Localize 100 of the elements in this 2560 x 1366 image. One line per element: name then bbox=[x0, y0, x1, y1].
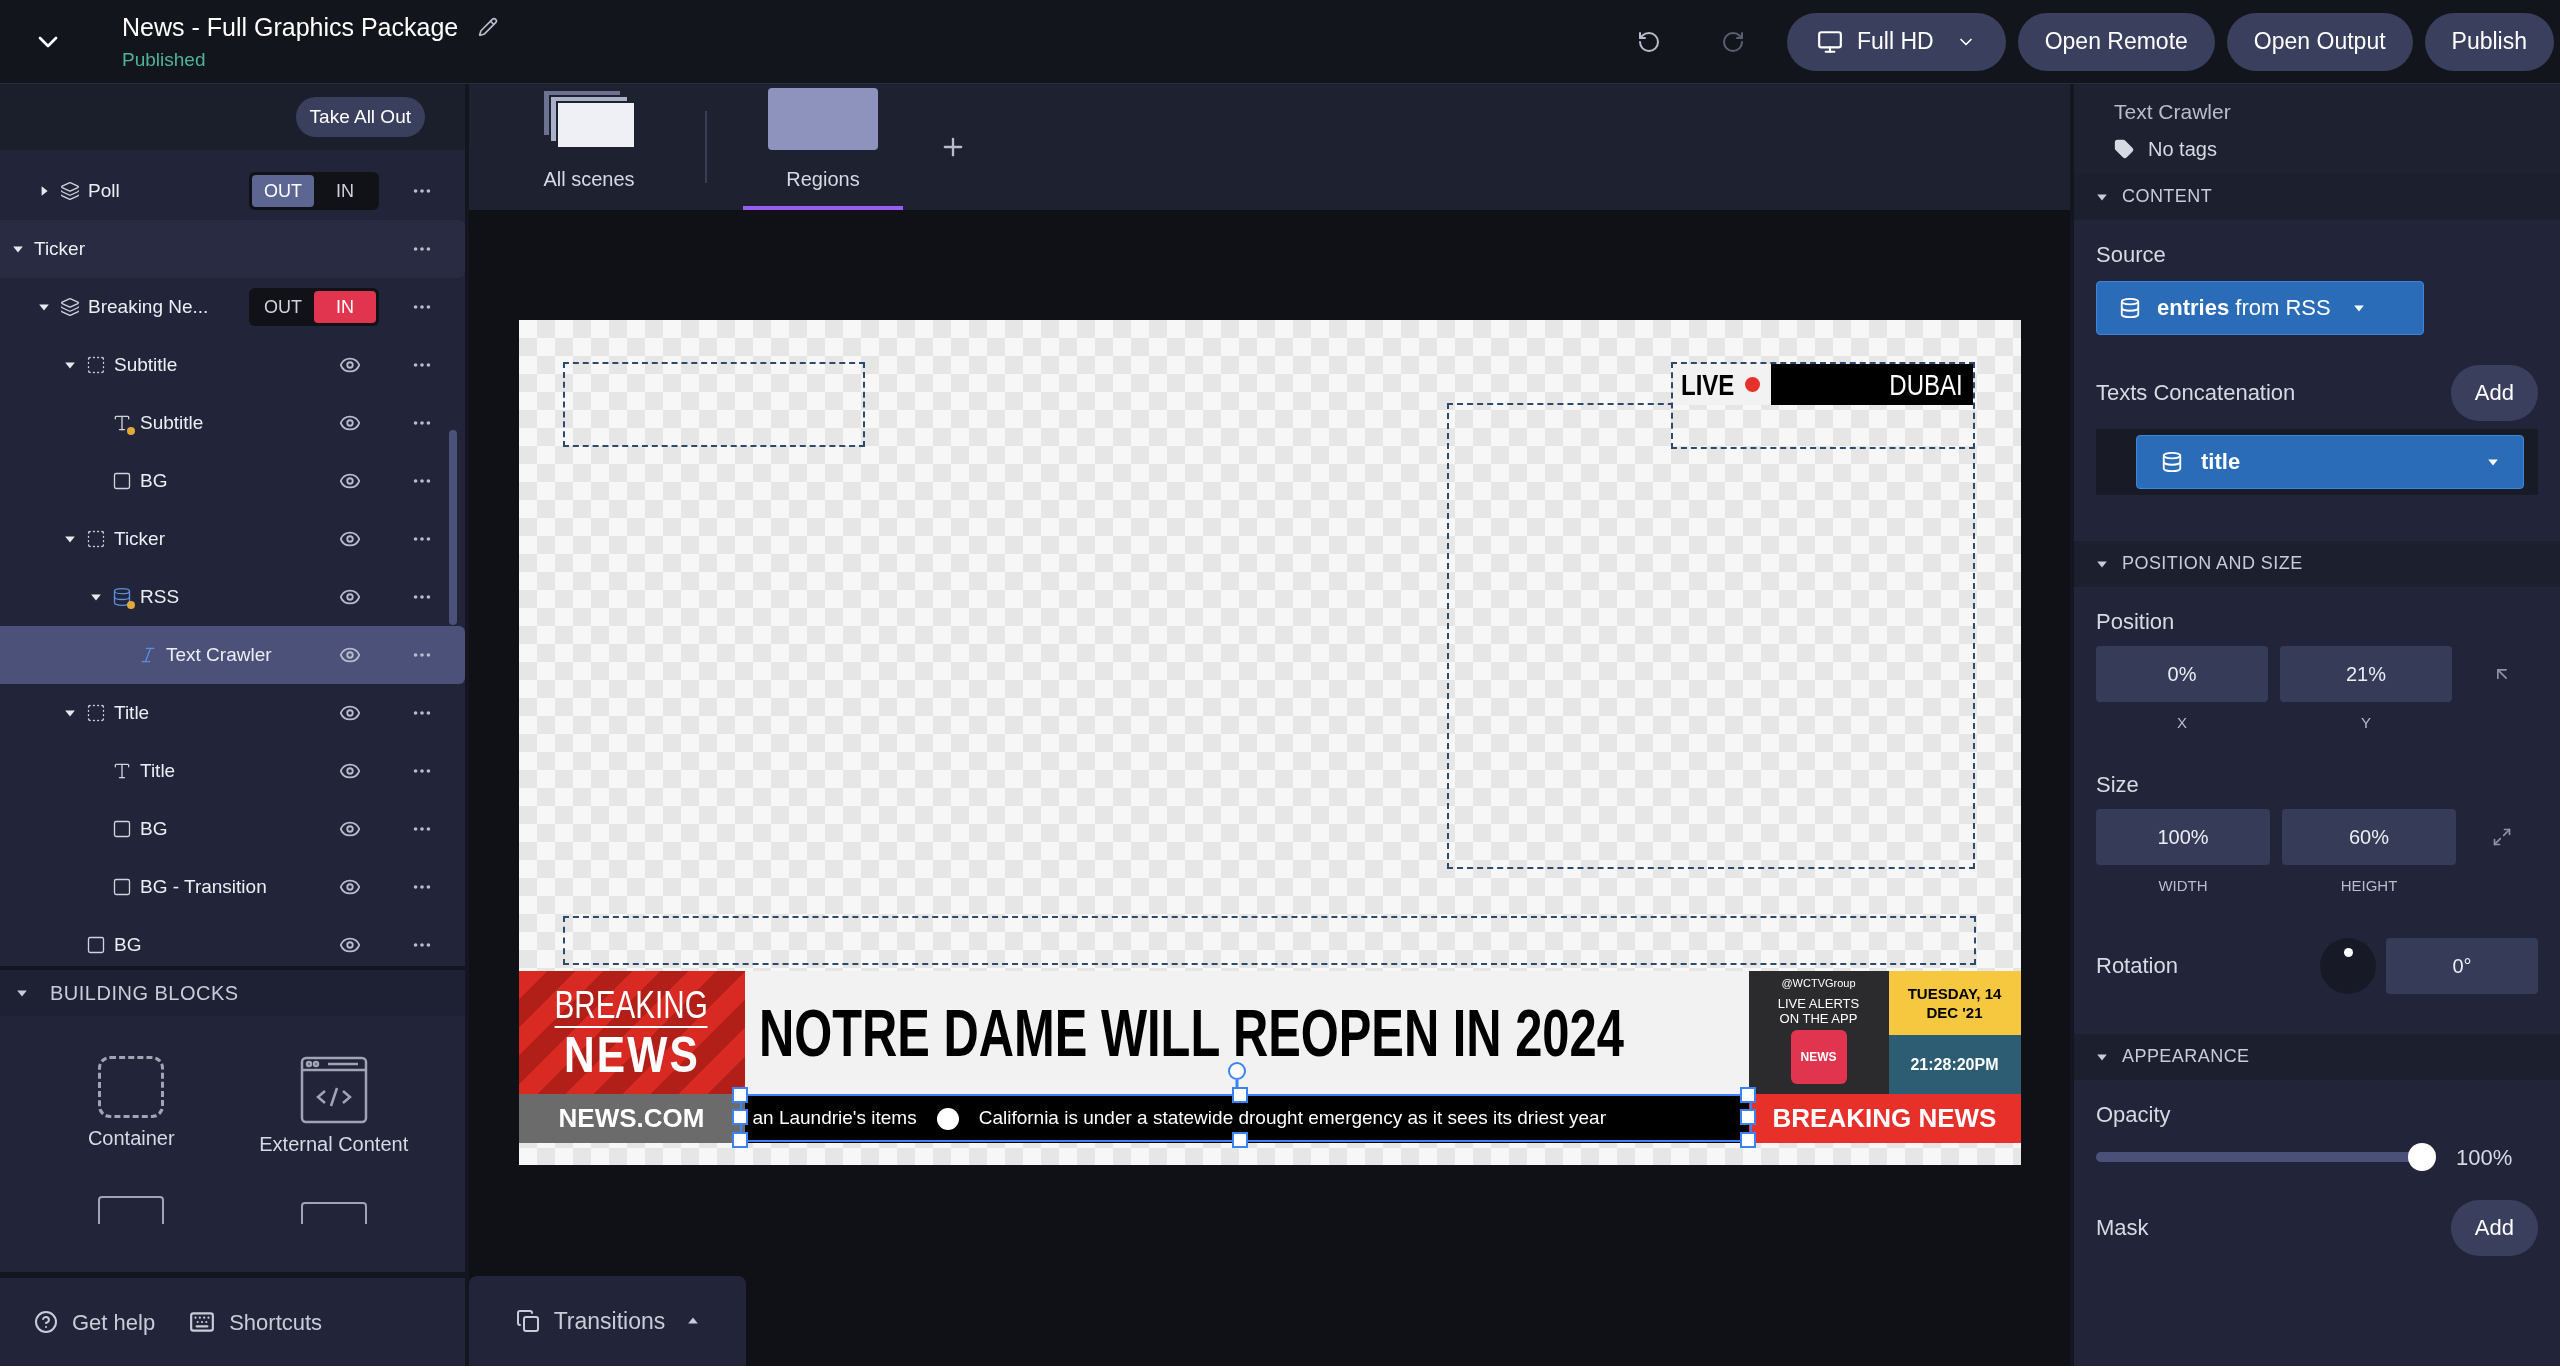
layer-name: Subtitle bbox=[114, 352, 178, 377]
toolbar-button[interactable]: Publish bbox=[2424, 12, 2554, 71]
scene-tab[interactable]: Regions bbox=[743, 88, 903, 210]
ticker-text: an Laundrie's items bbox=[752, 1106, 917, 1131]
shortcuts-link[interactable]: Shortcuts bbox=[229, 1305, 323, 1339]
resolution-dropdown[interactable]: Full HD bbox=[1787, 12, 2006, 71]
stacked-scenes-icon bbox=[541, 88, 637, 150]
database-icon bbox=[2119, 296, 2141, 319]
toolbar-button[interactable]: Open Remote bbox=[2017, 12, 2215, 71]
database-icon bbox=[2161, 450, 2183, 473]
scene-tab[interactable]: All scenes bbox=[509, 88, 669, 210]
layer-name: BG - Transition bbox=[140, 874, 267, 899]
toggle-option[interactable]: IN bbox=[314, 291, 376, 323]
monitor-icon bbox=[1817, 28, 1843, 55]
copy-icon bbox=[515, 1309, 540, 1333]
layer-row[interactable]: Poll OUT IN bbox=[0, 162, 465, 220]
app-logo: NEWS bbox=[1790, 1029, 1847, 1084]
layer-row[interactable]: Title bbox=[0, 684, 465, 742]
project-title: News - Full Graphics Package bbox=[122, 11, 459, 43]
location-bar: DUBAI bbox=[1770, 364, 1973, 405]
pencil-icon[interactable] bbox=[478, 17, 499, 38]
layer-name: Ticker bbox=[114, 526, 166, 551]
value-field[interactable]: 21% bbox=[2280, 645, 2452, 702]
value-field[interactable]: 100% bbox=[2096, 809, 2270, 865]
layer-name: Subtitle bbox=[140, 410, 204, 435]
breaking-news-block: BREAKING NEWS bbox=[518, 971, 745, 1094]
group-row[interactable]: Ticker bbox=[0, 220, 465, 278]
tag-icon[interactable] bbox=[2114, 138, 2134, 159]
site-bar: NEWS.COM bbox=[518, 1094, 745, 1143]
opacity-slider[interactable] bbox=[2096, 1143, 2436, 1171]
field-label: Mask bbox=[2096, 1214, 2149, 1242]
field-label: Source bbox=[2096, 240, 2167, 269]
section-header[interactable]: BUILDING BLOCKS bbox=[0, 970, 465, 1016]
code-window-icon[interactable] bbox=[299, 1056, 368, 1124]
toggle-option[interactable]: OUT bbox=[252, 175, 314, 207]
layer-name: Ticker bbox=[34, 236, 86, 261]
time-panel: 21:28:20PM bbox=[1888, 1035, 2021, 1094]
field-label: Size bbox=[2096, 771, 2140, 799]
layer-name: Text Crawler bbox=[166, 642, 272, 667]
toggle-option[interactable]: IN bbox=[314, 175, 376, 207]
redo-icon[interactable] bbox=[1721, 29, 1745, 54]
field-caption: Y bbox=[2360, 712, 2372, 733]
field-caption: HEIGHT bbox=[2339, 876, 2399, 896]
layer-row[interactable]: Subtitle bbox=[0, 394, 465, 452]
tags-text: No tags bbox=[2148, 136, 2217, 162]
headline-text: NOTRE DAME WILL REOPEN IN 2024 bbox=[758, 1005, 1624, 1060]
layer-name: Title bbox=[114, 700, 150, 725]
section-header[interactable]: APPEARANCE bbox=[2074, 1033, 2560, 1080]
take-all-out-button[interactable]: Take All Out bbox=[295, 97, 425, 137]
help-link[interactable]: Get help bbox=[72, 1305, 156, 1339]
date-panel: TUESDAY, 14 DEC '21 bbox=[1888, 971, 2021, 1035]
slider-thumb[interactable] bbox=[2408, 1143, 2436, 1171]
layer-row[interactable]: Subtitle bbox=[0, 336, 465, 394]
dashed-square-icon[interactable] bbox=[98, 1056, 165, 1118]
value-field[interactable]: 60% bbox=[2282, 809, 2456, 865]
section-header[interactable]: CONTENT bbox=[2074, 173, 2560, 220]
breaking-news-flag: BREAKING NEWS bbox=[1748, 1094, 2021, 1143]
keyboard-icon[interactable] bbox=[189, 1309, 216, 1335]
layer-row[interactable]: RSS bbox=[0, 568, 465, 626]
layer-name: RSS bbox=[140, 584, 180, 609]
ticker-text: California is under a statewide drought emergency as it sees its driest year bbox=[978, 1106, 1606, 1131]
live-badge: LIVE bbox=[1672, 364, 1771, 405]
layer-name: BG bbox=[114, 932, 142, 957]
layer-row[interactable]: Text Crawler bbox=[0, 626, 465, 684]
layer-name: BG bbox=[140, 468, 168, 493]
value-field[interactable]: 0° bbox=[2386, 937, 2538, 994]
transitions-tab[interactable]: Transitions bbox=[469, 1276, 746, 1366]
layer-row[interactable]: Breaking Ne... OUT IN bbox=[0, 278, 465, 336]
social-panel: @WCTVGroup LIVE ALERTS ON THE APP NEWS bbox=[1748, 971, 1889, 1094]
undo-icon[interactable] bbox=[1637, 29, 1661, 54]
block-label: Container bbox=[87, 1126, 175, 1150]
element-name: Text Crawler bbox=[2114, 99, 2232, 125]
field-label: Rotation bbox=[2096, 952, 2178, 980]
opacity-reading: 100% bbox=[2456, 1143, 2513, 1172]
layer-row[interactable]: Ticker bbox=[0, 510, 465, 568]
layer-name: Breaking Ne... bbox=[88, 294, 209, 319]
layer-row[interactable]: BG - Transition bbox=[0, 858, 465, 916]
layer-name: BG bbox=[140, 816, 168, 841]
layer-row[interactable]: BG bbox=[0, 452, 465, 510]
section-header[interactable]: POSITION AND SIZE bbox=[2074, 540, 2560, 587]
help-icon[interactable] bbox=[34, 1310, 58, 1334]
field-label: Texts Concatenation bbox=[2096, 379, 2296, 407]
resize-icon[interactable] bbox=[2492, 827, 2512, 847]
field-caption: WIDTH bbox=[2157, 876, 2209, 896]
layer-row[interactable]: Title bbox=[0, 742, 465, 800]
add-button[interactable]: Add bbox=[2450, 364, 2538, 421]
publish-status: Published bbox=[122, 48, 207, 72]
scrollbar[interactable] bbox=[449, 430, 457, 625]
field-label: Position bbox=[2096, 607, 2176, 636]
layer-row[interactable]: BG bbox=[0, 916, 465, 966]
field-dropdown[interactable]: title bbox=[2136, 434, 2524, 489]
source-dropdown[interactable]: entries from RSS bbox=[2096, 280, 2424, 335]
value-field[interactable]: 0% bbox=[2096, 645, 2268, 702]
toolbar-button[interactable]: Open Output bbox=[2226, 12, 2413, 71]
layer-row[interactable]: BG bbox=[0, 800, 465, 858]
field-caption: X bbox=[2176, 712, 2188, 733]
toggle-option[interactable]: OUT bbox=[252, 291, 314, 323]
layer-name: Title bbox=[140, 758, 176, 783]
add-button[interactable]: Add bbox=[2450, 1199, 2538, 1256]
field-label: Opacity bbox=[2096, 1100, 2172, 1129]
